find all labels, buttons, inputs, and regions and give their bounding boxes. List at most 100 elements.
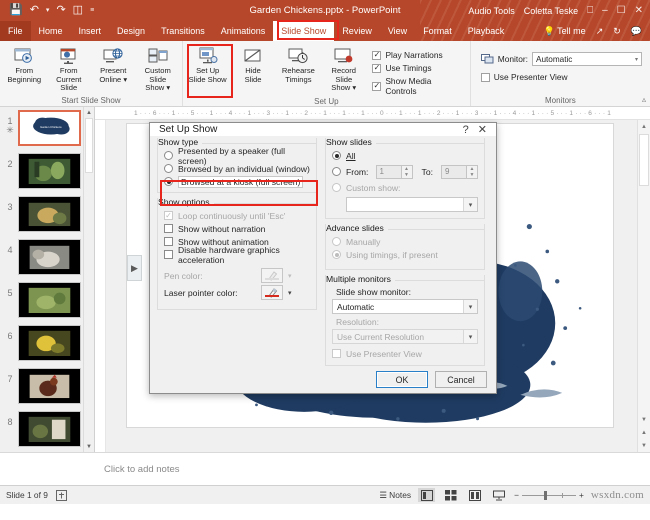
present-online-button[interactable]: Present Online ▾: [91, 44, 136, 86]
undo-icon[interactable]: ↶: [30, 5, 39, 16]
notes-pane[interactable]: Click to add notes: [0, 452, 650, 485]
radio-presented-by-speaker[interactable]: [164, 151, 173, 160]
history-icon[interactable]: ↻: [613, 26, 621, 37]
from-value[interactable]: 1: [375, 164, 402, 179]
cancel-button[interactable]: Cancel: [435, 371, 487, 388]
tab-design[interactable]: Design: [109, 21, 153, 41]
next-slide-button[interactable]: ▼: [638, 439, 650, 452]
slide-counter[interactable]: Slide 1 of 9: [6, 490, 48, 500]
play-narrations-row[interactable]: ✓ Play Narrations: [372, 50, 463, 60]
disable-hw-accel-row[interactable]: Disable hardware graphics acceleration: [164, 245, 310, 265]
tab-playback[interactable]: Playback: [460, 21, 513, 41]
slide-thumbnail-3[interactable]: 3: [0, 193, 94, 236]
custom-slide-show-button[interactable]: Custom Slide Show ▾: [136, 44, 181, 95]
slide-sorter-view-button[interactable]: [442, 488, 459, 502]
use-timings-row[interactable]: ✓ Use Timings: [372, 63, 463, 73]
zoom-track[interactable]: [521, 490, 576, 500]
laser-pointer-color-button[interactable]: [261, 285, 283, 300]
ribbon-display-options-icon[interactable]: ⎕: [587, 5, 593, 16]
dialog-close-icon[interactable]: ✕: [478, 123, 487, 136]
slide-thumbnail-6[interactable]: 6: [0, 322, 94, 365]
show-without-narration-row[interactable]: Show without narration: [164, 222, 310, 235]
customize-qat-icon[interactable]: ≡: [90, 7, 94, 14]
set-up-slide-show-button[interactable]: Set Up Slide Show: [185, 44, 230, 86]
undo-dropdown-icon[interactable]: ▾: [46, 7, 50, 14]
show-without-narration-checkbox[interactable]: [164, 224, 173, 233]
slide-thumbnail-pane[interactable]: 1 ✳ Garden Chickens 2 3 4 5 6 7 8 ▲ ▼: [0, 107, 95, 452]
save-icon[interactable]: 💾: [9, 5, 23, 16]
show-media-controls-row[interactable]: ✓ Show Media Controls: [372, 76, 463, 96]
user-name[interactable]: Coletta Teske: [524, 6, 578, 16]
slide-thumbnail-4[interactable]: 4: [0, 236, 94, 279]
to-spin-buttons[interactable]: ▲ ▼: [467, 164, 478, 179]
from-beginning-button[interactable]: From Beginning: [2, 44, 47, 86]
from-spin-buttons[interactable]: ▲ ▼: [401, 164, 413, 179]
thumbnail-scroll-down-icon[interactable]: ▼: [84, 441, 94, 452]
scroll-thumb[interactable]: [639, 134, 649, 186]
reading-view-button[interactable]: [466, 488, 483, 502]
tab-animations[interactable]: Animations: [213, 21, 274, 41]
to-value[interactable]: 9: [441, 164, 467, 179]
previous-slide-arrow-icon[interactable]: ▶: [127, 255, 142, 281]
from-spinner[interactable]: 1 ▲ ▼: [375, 164, 413, 179]
thumbnail-scroll-thumb[interactable]: [85, 118, 93, 173]
zoom-handle[interactable]: [543, 490, 547, 500]
zoom-in-button[interactable]: +: [579, 490, 584, 500]
show-slides-all-row[interactable]: All: [332, 149, 478, 162]
previous-slide-button[interactable]: ▲: [638, 426, 650, 439]
slide-show-monitor-select[interactable]: Automatic ▾: [332, 299, 478, 314]
rehearse-timings-button[interactable]: Rehearse Timings: [276, 44, 321, 86]
show-type-option-individual[interactable]: Browsed by an individual (window): [164, 162, 310, 175]
slide-thumbnail-5[interactable]: 5: [0, 279, 94, 322]
tab-transitions[interactable]: Transitions: [153, 21, 213, 41]
tab-insert[interactable]: Insert: [71, 21, 110, 41]
collapse-ribbon-icon[interactable]: ▵: [642, 95, 646, 104]
use-presenter-view-row[interactable]: Use Presenter View: [480, 72, 642, 82]
accessibility-checker-icon[interactable]: [55, 489, 67, 501]
ok-button[interactable]: OK: [376, 371, 428, 388]
close-icon[interactable]: ✕: [635, 5, 643, 16]
redo-icon[interactable]: ↷: [56, 5, 65, 16]
zoom-slider[interactable]: − +: [514, 490, 584, 500]
from-current-slide-button[interactable]: From Current Slide: [47, 44, 92, 95]
use-presenter-view-checkbox[interactable]: [480, 72, 490, 82]
disable-hw-accel-checkbox[interactable]: [164, 250, 173, 259]
restore-icon[interactable]: ☐: [617, 5, 626, 16]
thumbnail-scroll-up-icon[interactable]: ▲: [84, 107, 94, 118]
zoom-out-button[interactable]: −: [514, 490, 519, 500]
show-type-option-kiosk[interactable]: Browsed at a kiosk (full screen): [164, 175, 310, 188]
show-media-controls-checkbox[interactable]: ✓: [372, 81, 382, 91]
radio-all-slides[interactable]: [332, 151, 341, 160]
tab-format[interactable]: Format: [415, 21, 460, 41]
quick-access-toolbar[interactable]: 💾 ↶ ▾ ↷ ◫ ≡: [0, 5, 94, 16]
tell-me-search[interactable]: 💡 Tell me: [544, 26, 586, 37]
scroll-up-icon[interactable]: ▲: [638, 120, 650, 133]
show-slides-range-row[interactable]: From: 1 ▲ ▼ To: 9 ▲ ▼: [332, 162, 478, 181]
radio-from-to[interactable]: [332, 167, 341, 176]
hide-slide-button[interactable]: Hide Slide: [230, 44, 275, 86]
tab-view[interactable]: View: [380, 21, 415, 41]
radio-browsed-at-kiosk[interactable]: [164, 177, 173, 186]
notes-button[interactable]: ☰ Notes: [379, 490, 411, 500]
laser-color-dropdown-icon[interactable]: ▾: [288, 289, 292, 297]
scroll-down-icon[interactable]: ▼: [638, 413, 650, 426]
normal-view-button[interactable]: [418, 488, 436, 502]
thumbnail-pane-scrollbar[interactable]: ▲ ▼: [83, 107, 94, 452]
scroll-bottom-buttons[interactable]: ▼ ▲ ▼: [638, 413, 650, 452]
use-timings-checkbox[interactable]: ✓: [372, 63, 382, 73]
minimize-icon[interactable]: –: [602, 5, 608, 16]
set-up-show-dialog[interactable]: Set Up Show ? ✕ Show type Presented by a…: [149, 122, 497, 394]
slideshow-view-button[interactable]: [490, 488, 507, 502]
play-narrations-checkbox[interactable]: ✓: [372, 50, 382, 60]
help-icon[interactable]: ?: [463, 124, 469, 136]
slide-thumbnail-7[interactable]: 7: [0, 365, 94, 408]
to-spinner[interactable]: 9 ▲ ▼: [441, 164, 478, 179]
slide-pane-scrollbar[interactable]: ▲ ▼ ▲ ▼: [637, 120, 650, 452]
tab-slide-show[interactable]: Slide Show: [273, 21, 335, 41]
tab-home[interactable]: Home: [31, 21, 71, 41]
monitor-select[interactable]: Automatic ▾: [532, 52, 642, 66]
show-without-animation-checkbox[interactable]: [164, 237, 173, 246]
radio-browsed-by-individual[interactable]: [164, 164, 173, 173]
comments-icon[interactable]: 💬: [631, 26, 642, 37]
record-slide-show-button[interactable]: Record Slide Show ▾: [321, 44, 366, 95]
